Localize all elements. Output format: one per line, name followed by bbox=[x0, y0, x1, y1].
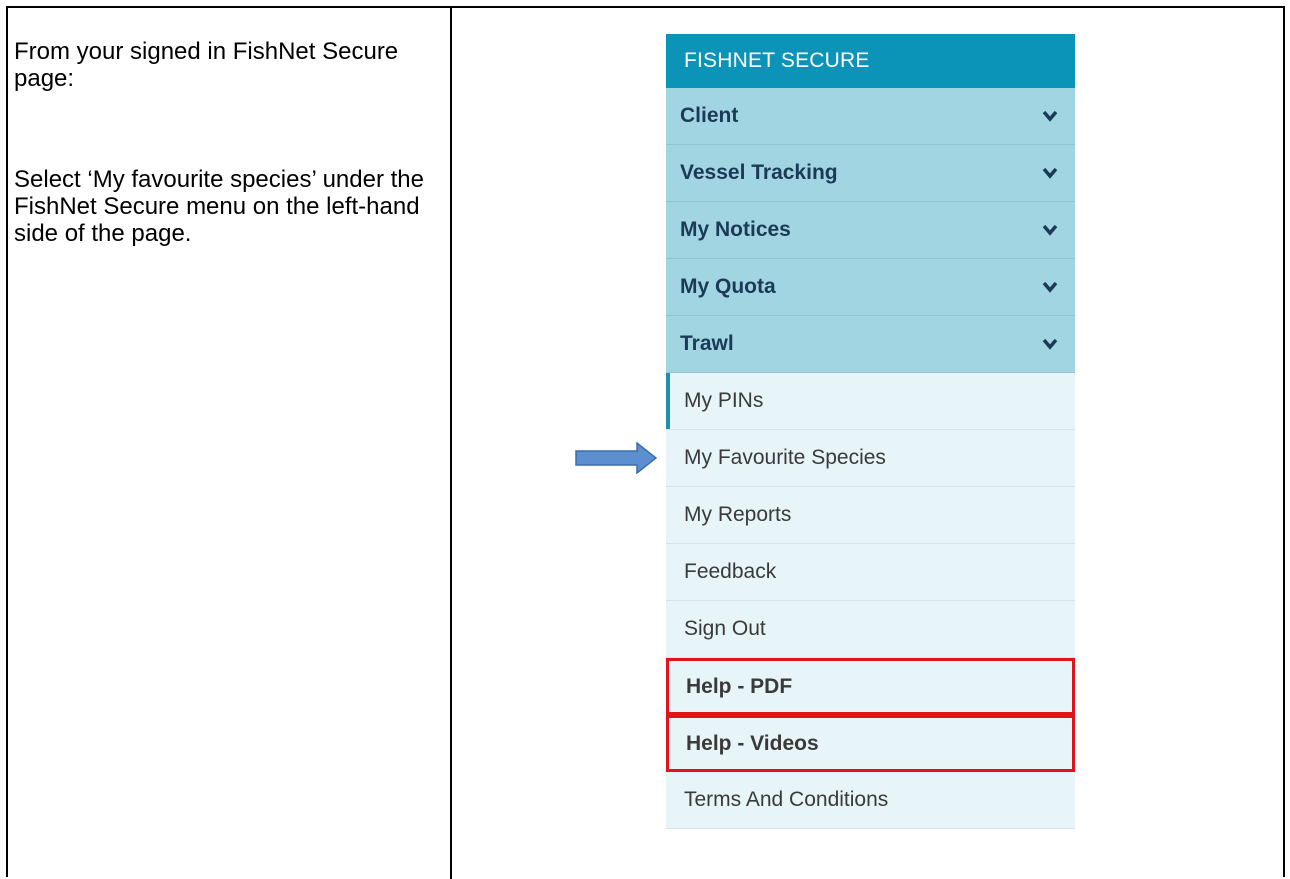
chevron-down-icon bbox=[1039, 105, 1061, 127]
fishnet-secure-menu: FISHNET SECURE Client Vessel Tracking My… bbox=[666, 34, 1075, 829]
table-divider bbox=[450, 8, 452, 879]
chevron-down-icon bbox=[1039, 333, 1061, 355]
chevron-down-icon bbox=[1039, 276, 1061, 298]
menu-group-label: My Notices bbox=[680, 218, 791, 241]
menu-item-my-pins[interactable]: My PINs bbox=[666, 373, 1075, 430]
menu-group-my-notices[interactable]: My Notices bbox=[666, 202, 1075, 259]
menu-group-label: Vessel Tracking bbox=[680, 161, 838, 184]
instruction-step-1: From your signed in FishNet Secure page: bbox=[14, 38, 399, 92]
chevron-down-icon bbox=[1039, 219, 1061, 241]
menu-item-help-pdf[interactable]: Help - PDF bbox=[666, 658, 1075, 715]
menu-group-vessel-tracking[interactable]: Vessel Tracking bbox=[666, 145, 1075, 202]
instruction-step-2: Select ‘My favourite species’ under the … bbox=[14, 166, 424, 247]
menu-item-my-favourite-species[interactable]: My Favourite Species bbox=[666, 430, 1075, 487]
chevron-down-icon bbox=[1039, 162, 1061, 184]
trawl-submenu: My PINs My Favourite Species My Reports … bbox=[666, 373, 1075, 829]
menu-group-label: Client bbox=[680, 104, 739, 127]
menu-group-label: Trawl bbox=[680, 332, 734, 355]
menu-group-my-quota[interactable]: My Quota bbox=[666, 259, 1075, 316]
menu-header: FISHNET SECURE bbox=[666, 34, 1075, 88]
instructions-cell: From your signed in FishNet Secure page:… bbox=[14, 38, 424, 247]
menu-group-label: My Quota bbox=[680, 275, 776, 298]
menu-item-terms-and-conditions[interactable]: Terms And Conditions bbox=[666, 772, 1075, 829]
menu-item-feedback[interactable]: Feedback bbox=[666, 544, 1075, 601]
menu-item-sign-out[interactable]: Sign Out bbox=[666, 601, 1075, 658]
menu-group-client[interactable]: Client bbox=[666, 88, 1075, 145]
right-arrow-icon bbox=[575, 442, 657, 474]
menu-item-my-reports[interactable]: My Reports bbox=[666, 487, 1075, 544]
menu-item-help-videos[interactable]: Help - Videos bbox=[666, 715, 1075, 772]
menu-group-trawl[interactable]: Trawl bbox=[666, 316, 1075, 373]
